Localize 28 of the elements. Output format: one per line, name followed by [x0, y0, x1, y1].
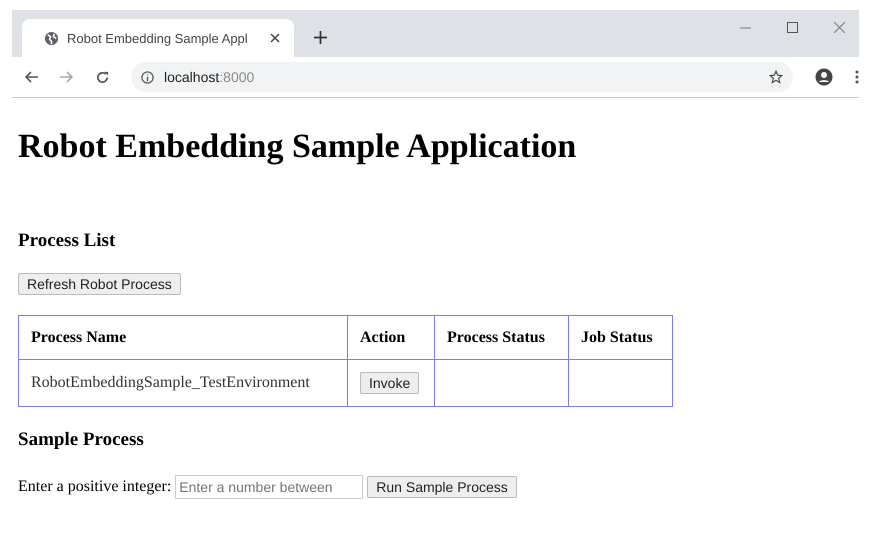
star-icon[interactable] [769, 70, 783, 84]
column-header: Process Name [18, 316, 348, 360]
info-icon [141, 70, 154, 84]
globe-icon [44, 30, 59, 46]
input-field[interactable]: Enter a number between [175, 475, 364, 499]
reload-icon[interactable] [96, 70, 109, 84]
url-host: localhost [164, 69, 220, 85]
browser-tab[interactable]: Robot Embedding Sample Appl [22, 19, 294, 57]
column-header: Process Status [434, 316, 568, 360]
input-label: Enter a positive integer: [18, 478, 172, 496]
invoke-button[interactable]: Invoke [360, 372, 420, 394]
minimize-icon[interactable] [740, 26, 751, 28]
url-port: :8000 [219, 69, 254, 85]
section-heading: Sample Process [18, 429, 145, 451]
run-button[interactable]: Run Sample Process [367, 476, 517, 498]
back-arrow-icon[interactable] [24, 71, 38, 83]
account-icon[interactable] [815, 68, 833, 86]
column-header: Action [348, 316, 434, 360]
address-bar[interactable]: localhost:8000 [131, 62, 793, 92]
page-title: Robot Embedding Sample Application [18, 128, 578, 166]
menu-icon[interactable] [855, 70, 859, 84]
refresh-button[interactable]: Refresh Robot Process [18, 273, 181, 295]
close-icon[interactable] [270, 33, 280, 43]
section-heading: Process List [18, 230, 116, 252]
maximize-icon[interactable] [787, 22, 798, 33]
table-cell: RobotEmbeddingSample_TestEnvironment [18, 360, 348, 406]
new-tab-icon[interactable] [314, 31, 327, 44]
column-header: Job Status [568, 316, 672, 360]
